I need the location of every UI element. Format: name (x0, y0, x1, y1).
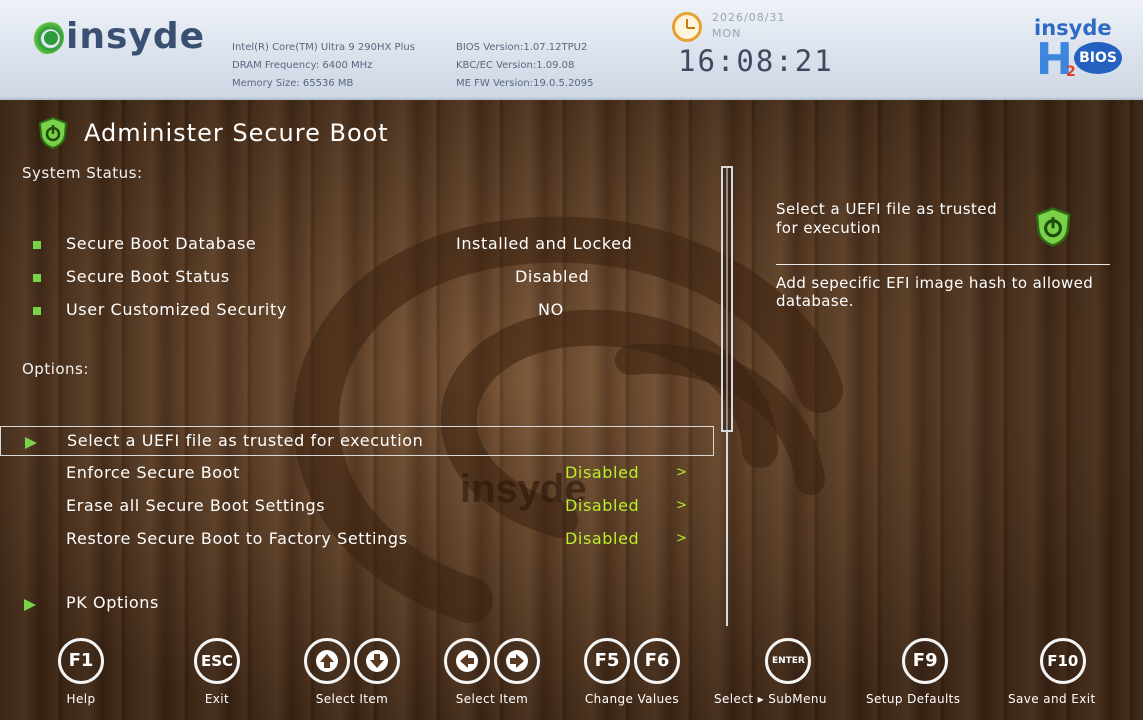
page-title: Administer Secure Boot (84, 119, 389, 147)
options-heading: Options: (22, 360, 89, 378)
date-display: 2026/08/31 MON (712, 10, 785, 42)
enter-key-wrap: ENTER (714, 638, 827, 684)
bullet-icon (33, 274, 41, 282)
f5-f6-keys: F5 F6 (584, 638, 680, 684)
status-label: Secure Boot Database (66, 234, 257, 253)
f6-key-icon[interactable]: F6 (634, 638, 680, 684)
status-value: Disabled (515, 267, 590, 286)
key-label: Select Item (455, 692, 529, 706)
insyde-swirl-icon (30, 19, 64, 54)
option-label: Erase all Secure Boot Settings (66, 496, 326, 515)
status-value: Installed and Locked (456, 234, 633, 253)
time-display: 16:08:21 (678, 44, 834, 78)
key-label: Select Item (315, 692, 389, 706)
status-row-secure-boot-database: Secure Boot Database Installed and Locke… (0, 230, 720, 260)
dram-frequency: DRAM Frequency: 6400 MHz (232, 60, 373, 71)
key-label: Save and Exit (1008, 692, 1096, 706)
brand-name: insyde (66, 16, 206, 57)
bullet-icon (33, 241, 41, 249)
arrow-down-icon[interactable] (354, 638, 400, 684)
key-f9-setup-defaults[interactable]: F9 Setup Defaults (866, 638, 960, 706)
status-label: Secure Boot Status (66, 267, 230, 286)
option-restore-factory-settings[interactable]: Restore Secure Boot to Factory Settings … (0, 525, 720, 555)
option-value[interactable]: Disabled (565, 529, 639, 548)
submenu-arrow-icon (24, 599, 36, 611)
me-fw-version: ME FW Version:19.0.5.2095 (456, 78, 594, 89)
key-label: Change Values (584, 692, 680, 706)
option-label: Select a UEFI file as trusted for execut… (67, 431, 424, 450)
chevron-right-icon: > (676, 465, 687, 480)
help-title: Select a UEFI file as trusted for execut… (776, 200, 998, 237)
chevron-right-icon: > (676, 531, 687, 546)
scrollbar-thumb[interactable] (721, 166, 733, 432)
key-legend-bar: F1 Help ESC Exit Select Item Select Item… (0, 636, 1143, 720)
status-value: NO (538, 300, 564, 319)
key-label: Select ▸ SubMenu (714, 692, 827, 706)
key-label: Setup Defaults (866, 692, 961, 706)
esc-key-icon[interactable]: ESC (194, 638, 240, 684)
bullet-icon (33, 307, 41, 315)
chevron-right-icon: > (676, 498, 687, 513)
system-status-heading: System Status: (22, 164, 143, 182)
option-select-uefi-file[interactable]: Select a UEFI file as trusted for execut… (0, 426, 714, 456)
left-right-keys (444, 638, 540, 684)
option-enforce-secure-boot[interactable]: Enforce Secure Boot Disabled > (0, 459, 720, 489)
system-info-firmware: BIOS Version:1.07.12TPU2 KBC/EC Version:… (456, 39, 594, 93)
cpu-model: Intel(R) Core(TM) Ultra 9 290HX Plus (232, 42, 415, 53)
key-f10-save-and-exit[interactable]: F10 Save and Exit (1008, 638, 1096, 706)
memory-size: Memory Size: 65536 MB (232, 78, 354, 89)
key-left-right-select-item[interactable]: Select Item (444, 638, 540, 706)
kbc-ec-version: KBC/EC Version:1.09.08 (456, 60, 575, 71)
f5-key-icon[interactable]: F5 (584, 638, 630, 684)
help-panel: Select a UEFI file as trusted for execut… (776, 200, 1116, 310)
key-f1-help[interactable]: F1 Help (58, 638, 104, 706)
date-value: 2026/08/31 (712, 11, 786, 24)
submenu-arrow-icon (25, 437, 37, 449)
secure-boot-shield-icon (38, 116, 68, 150)
day-of-week: MON (712, 27, 742, 40)
key-label: Exit (204, 692, 230, 706)
status-label: User Customized Security (66, 300, 287, 319)
arrow-left-icon[interactable] (444, 638, 490, 684)
setup-main-area: insyde Administer Secure Boot System Sta… (0, 100, 1143, 720)
bios-badge: BIOS (1074, 42, 1122, 74)
bios-version: BIOS Version:1.07.12TPU2 (456, 42, 588, 53)
arrow-right-icon[interactable] (494, 638, 540, 684)
key-up-down-select-item[interactable]: Select Item (304, 638, 400, 706)
option-label: Restore Secure Boot to Factory Settings (66, 529, 408, 548)
help-description: Add sepecific EFI image hash to allowed … (776, 274, 1094, 310)
key-esc-exit[interactable]: ESC Exit (194, 638, 240, 706)
insyde-logo: insyde (30, 16, 205, 57)
key-f5-f6-change-values[interactable]: F5 F6 Change Values (584, 638, 680, 706)
h2-subscript: 2 (1066, 64, 1076, 80)
bios-header: insyde Intel(R) Core(TM) Ultra 9 290HX P… (0, 0, 1143, 100)
f1-key-icon[interactable]: F1 (58, 638, 104, 684)
option-value[interactable]: Disabled (565, 463, 639, 482)
page-title-row: Administer Secure Boot (36, 116, 389, 150)
f10-key-icon[interactable]: F10 (1039, 638, 1086, 684)
option-pk-options[interactable]: PK Options (0, 589, 720, 619)
option-label: Enforce Secure Boot (66, 463, 240, 482)
insyde-h2o-bios-logo: insyde H 2 BIOS (1030, 16, 1130, 88)
key-enter-select-submenu[interactable]: ENTER Select ▸ SubMenu (714, 638, 827, 706)
option-value[interactable]: Disabled (565, 496, 639, 515)
arrow-up-icon[interactable] (304, 638, 350, 684)
key-label: Help (66, 692, 96, 706)
help-divider (776, 264, 1110, 265)
status-row-secure-boot-status: Secure Boot Status Disabled (0, 263, 720, 293)
secure-boot-shield-icon (1035, 207, 1071, 247)
up-down-keys (304, 638, 400, 684)
clock-icon (672, 12, 702, 42)
f9-key-icon[interactable]: F9 (902, 638, 949, 684)
option-erase-secure-boot-settings[interactable]: Erase all Secure Boot Settings Disabled … (0, 492, 720, 522)
status-row-user-customized-security: User Customized Security NO (0, 296, 720, 326)
option-label: PK Options (66, 593, 159, 612)
background-swirl-graphic: insyde (293, 216, 843, 623)
enter-key-icon[interactable]: ENTER (765, 638, 812, 684)
system-info-cpu-memory: Intel(R) Core(TM) Ultra 9 290HX Plus DRA… (232, 39, 415, 93)
